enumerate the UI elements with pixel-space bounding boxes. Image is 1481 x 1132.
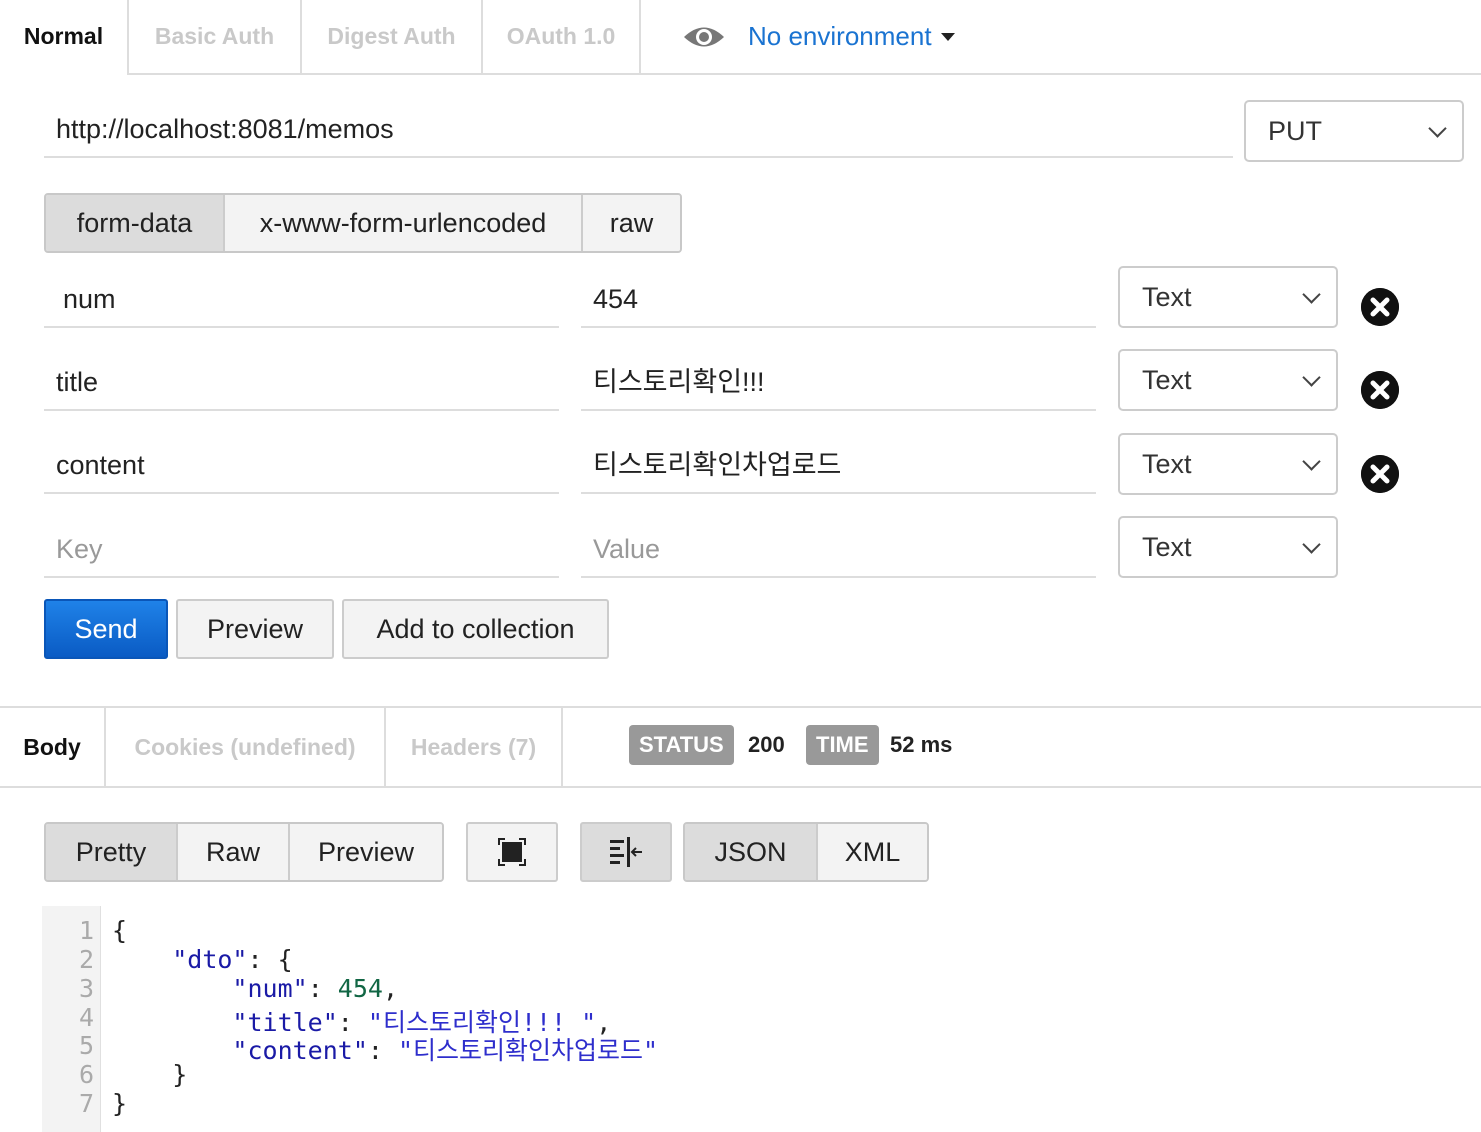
json-brace: } (112, 1089, 128, 1118)
close-circle-icon (1361, 455, 1399, 493)
tab-normal[interactable]: Normal (0, 0, 129, 75)
wrap-lines-icon (610, 837, 642, 867)
view-pretty[interactable]: Pretty (46, 824, 176, 880)
line-number: 5 (78, 1031, 94, 1060)
json-key: "num" (232, 974, 308, 1003)
param-value[interactable]: 티스토리확인!!! (581, 353, 1096, 411)
chevron-down-icon (1302, 285, 1321, 304)
param-type-value: Text (1142, 365, 1192, 395)
param-type-select[interactable]: Text (1118, 266, 1338, 328)
view-preview[interactable]: Preview (288, 824, 442, 880)
tab-oauth[interactable]: OAuth 1.0 (481, 0, 641, 73)
tab-basic-auth[interactable]: Basic Auth (129, 0, 300, 73)
new-param-type-select[interactable]: Text (1118, 516, 1338, 578)
mode-form-data[interactable]: form-data (46, 195, 223, 251)
param-type-value: Text (1142, 532, 1192, 562)
code-line: "content": "티스토리확인차업로드" (232, 1036, 659, 1065)
mode-raw[interactable]: raw (581, 195, 680, 251)
mode-urlencoded[interactable]: x-www-form-urlencoded (223, 195, 581, 251)
url-input[interactable]: http://localhost:8081/memos (44, 100, 1233, 158)
format-xml[interactable]: XML (816, 824, 927, 880)
remove-param-button[interactable] (1361, 371, 1399, 409)
status-value: 200 (748, 732, 785, 757)
chevron-down-icon (1428, 119, 1447, 138)
line-number: 6 (78, 1060, 94, 1089)
status-badge: STATUS (629, 725, 734, 765)
tab-body[interactable]: Body (0, 708, 106, 786)
time-value: 52 ms (890, 732, 953, 757)
view-mode-group: Pretty Raw Preview (44, 822, 444, 882)
json-brace: { (112, 916, 128, 945)
chevron-down-icon (1302, 368, 1321, 387)
json-key: "dto" (172, 945, 248, 974)
view-raw[interactable]: Raw (176, 824, 288, 880)
environment-label: No environment (748, 21, 932, 51)
tab-cookies[interactable]: Cookies (undefined) (106, 708, 384, 786)
time-badge: TIME (806, 725, 879, 765)
remove-param-button[interactable] (1361, 288, 1399, 326)
tab-digest-auth[interactable]: Digest Auth (300, 0, 481, 73)
param-key[interactable]: num (44, 270, 559, 328)
param-type-select[interactable]: Text (1118, 349, 1338, 411)
code-line: } (112, 1060, 187, 1089)
send-button[interactable]: Send (44, 599, 168, 659)
code-line: "dto": { (172, 945, 293, 974)
caret-down-icon (940, 32, 955, 41)
line-number: 4 (78, 1003, 94, 1032)
new-param-value[interactable]: Value (581, 520, 1096, 578)
chevron-down-icon (1302, 452, 1321, 471)
param-key[interactable]: content (44, 436, 559, 494)
json-string: "티스토리확인차업로드" (398, 1036, 659, 1065)
json-brace: } (172, 1060, 188, 1089)
param-value[interactable]: 454 (581, 270, 1096, 328)
fullscreen-icon (498, 838, 526, 866)
close-circle-icon (1361, 288, 1399, 326)
json-number: 454 (337, 974, 383, 1003)
code-line: } (112, 1089, 127, 1118)
param-type-value: Text (1142, 282, 1192, 312)
eye-icon (684, 27, 724, 46)
line-number: 3 (78, 974, 94, 1003)
remove-param-button[interactable] (1361, 455, 1399, 493)
method-value: PUT (1268, 116, 1322, 146)
line-number: 7 (78, 1089, 94, 1118)
param-key[interactable]: title (44, 353, 559, 411)
param-value[interactable]: 티스토리확인차업로드 (581, 436, 1096, 494)
format-json[interactable]: JSON (685, 824, 816, 880)
fullscreen-button[interactable] (466, 822, 558, 882)
body-mode-group: form-data x-www-form-urlencoded raw (44, 193, 682, 253)
line-number: 1 (78, 916, 94, 945)
tab-headers[interactable]: Headers (7) (384, 708, 563, 786)
add-to-collection-button[interactable]: Add to collection (342, 599, 609, 659)
response-tabs: Body Cookies (undefined) Headers (7) (0, 706, 1481, 788)
method-select[interactable]: PUT (1244, 100, 1464, 162)
environment-selector[interactable]: No environment (682, 0, 956, 73)
chevron-down-icon (1302, 535, 1321, 554)
format-group: JSON XML (683, 822, 929, 882)
preview-button[interactable]: Preview (176, 599, 334, 659)
close-circle-icon (1361, 371, 1399, 409)
wrap-lines-button[interactable] (580, 822, 672, 882)
code-line: { (112, 916, 127, 945)
line-number: 2 (78, 945, 94, 974)
param-type-select[interactable]: Text (1118, 433, 1338, 495)
new-param-key[interactable]: Key (44, 520, 559, 578)
param-type-value: Text (1142, 449, 1192, 479)
code-line: "num": 454, (232, 974, 399, 1003)
json-key: "content" (232, 1036, 368, 1065)
